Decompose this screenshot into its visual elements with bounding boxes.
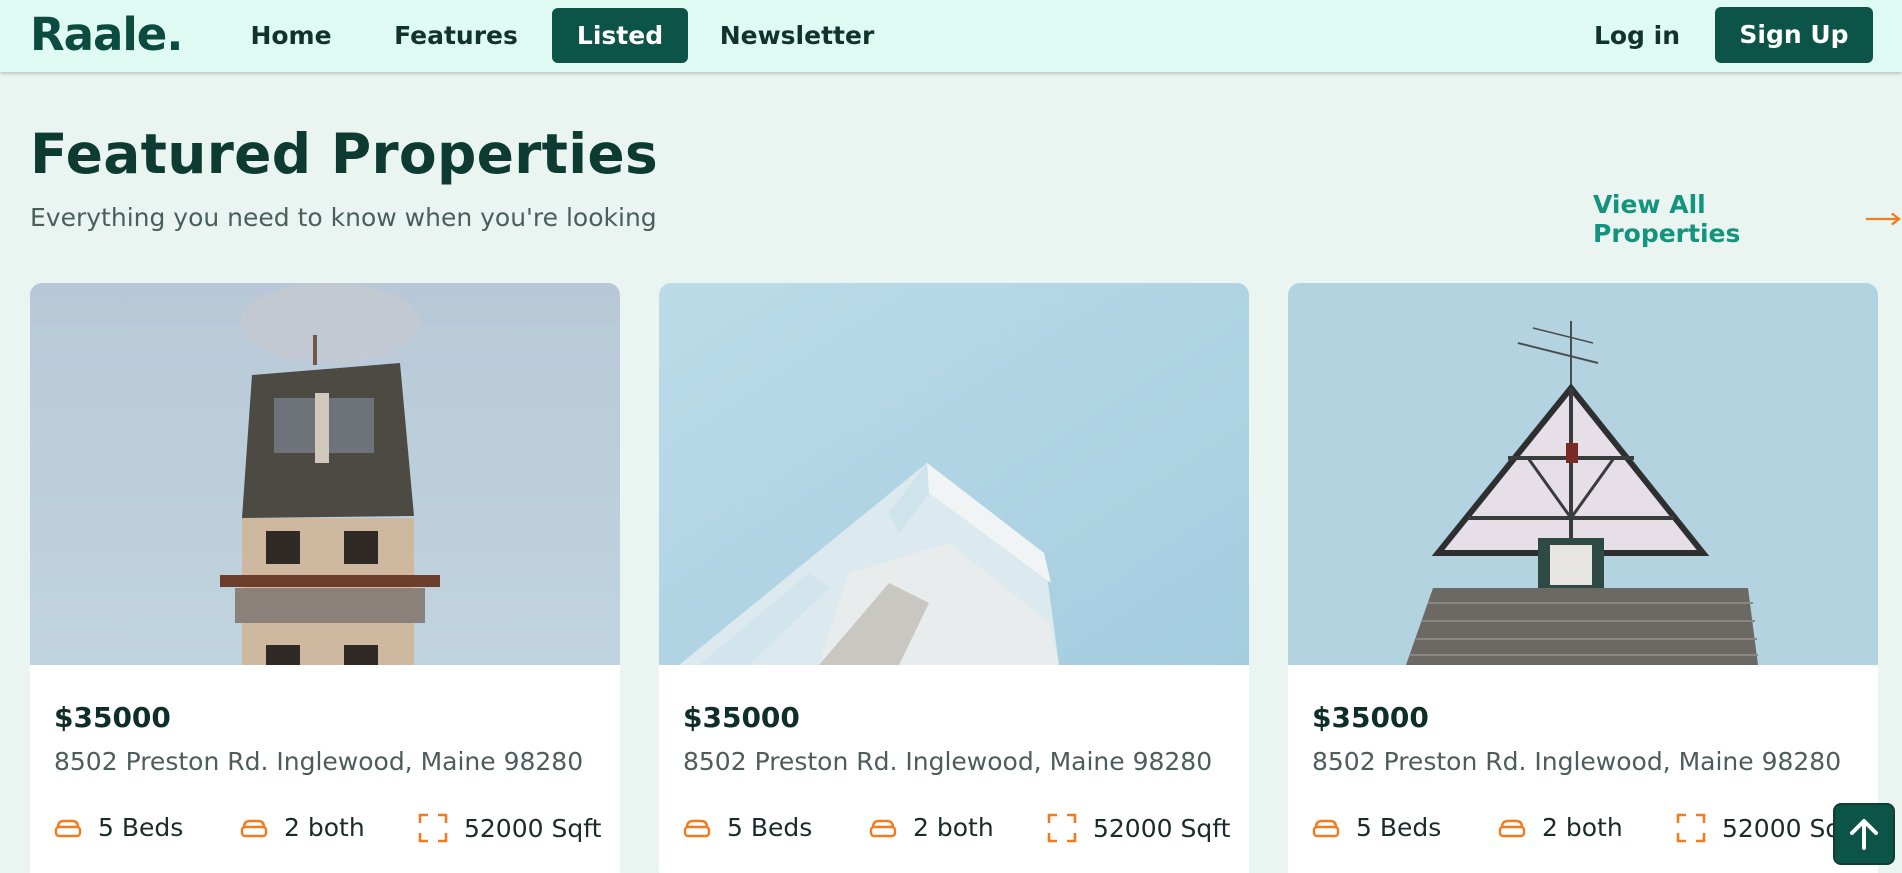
- area-icon: [418, 813, 448, 843]
- property-address: 8502 Preston Rd. Inglewood, Maine 98280: [54, 747, 584, 776]
- property-baths: 2 both: [240, 813, 365, 842]
- property-area: 52000 Sqft: [1676, 813, 1859, 843]
- baths-label: 2 both: [1542, 813, 1623, 842]
- bed-icon: [683, 819, 711, 837]
- property-image-modern-building: [659, 283, 1249, 665]
- beds-label: 5 Beds: [98, 813, 184, 842]
- property-beds: 5 Beds: [683, 813, 812, 842]
- nav-link-features[interactable]: Features: [385, 8, 527, 63]
- view-all-properties-link[interactable]: View All Properties: [1593, 190, 1902, 248]
- arrow-right-icon: [1866, 212, 1902, 226]
- signup-button[interactable]: Sign Up: [1715, 7, 1873, 63]
- area-label: 52000 Sqft: [1093, 813, 1231, 843]
- property-address: 8502 Preston Rd. Inglewood, Maine 98280: [683, 747, 1213, 776]
- nav-link-listed[interactable]: Listed: [552, 8, 688, 63]
- property-beds: 5 Beds: [54, 813, 183, 842]
- property-baths: 2 both: [1498, 813, 1623, 842]
- arrow-up-icon: [1850, 819, 1878, 850]
- beds-label: 5 Beds: [1356, 813, 1442, 842]
- baths-label: 2 both: [284, 813, 365, 842]
- navbar: Raale. Home Features Listed Newsletter L…: [0, 0, 1902, 72]
- property-price: $35000: [1312, 701, 1429, 734]
- login-button[interactable]: Log in: [1582, 8, 1692, 63]
- bath-icon: [869, 819, 897, 837]
- property-area: 52000 Sqft: [418, 813, 601, 843]
- property-card[interactable]: $35000 8502 Preston Rd. Inglewood, Maine…: [30, 283, 620, 873]
- property-area: 52000 Sqft: [1047, 813, 1230, 843]
- property-baths: 2 both: [869, 813, 994, 842]
- property-image-narrow-house: [30, 283, 620, 665]
- property-card[interactable]: $35000 8502 Preston Rd. Inglewood, Maine…: [659, 283, 1249, 873]
- beds-label: 5 Beds: [727, 813, 813, 842]
- bath-icon: [240, 819, 268, 837]
- nav-link-newsletter[interactable]: Newsletter: [712, 8, 882, 63]
- property-image-tudor-house: [1288, 283, 1878, 665]
- bed-icon: [54, 819, 82, 837]
- section-subtitle: Everything you need to know when you're …: [30, 203, 657, 232]
- property-price: $35000: [683, 701, 800, 734]
- property-address: 8502 Preston Rd. Inglewood, Maine 98280: [1312, 747, 1842, 776]
- bath-icon: [1498, 819, 1526, 837]
- bed-icon: [1312, 819, 1340, 837]
- baths-label: 2 both: [913, 813, 994, 842]
- property-beds: 5 Beds: [1312, 813, 1441, 842]
- brand-logo[interactable]: Raale.: [30, 8, 183, 61]
- area-label: 52000 Sqft: [464, 813, 602, 843]
- property-price: $35000: [54, 701, 171, 734]
- property-card[interactable]: $35000 8502 Preston Rd. Inglewood, Maine…: [1288, 283, 1878, 873]
- nav-link-home[interactable]: Home: [235, 8, 347, 63]
- area-icon: [1047, 813, 1077, 843]
- view-all-label: View All Properties: [1593, 190, 1741, 248]
- scroll-to-top-button[interactable]: [1833, 803, 1895, 865]
- area-icon: [1676, 813, 1706, 843]
- section-title: Featured Properties: [30, 122, 659, 186]
